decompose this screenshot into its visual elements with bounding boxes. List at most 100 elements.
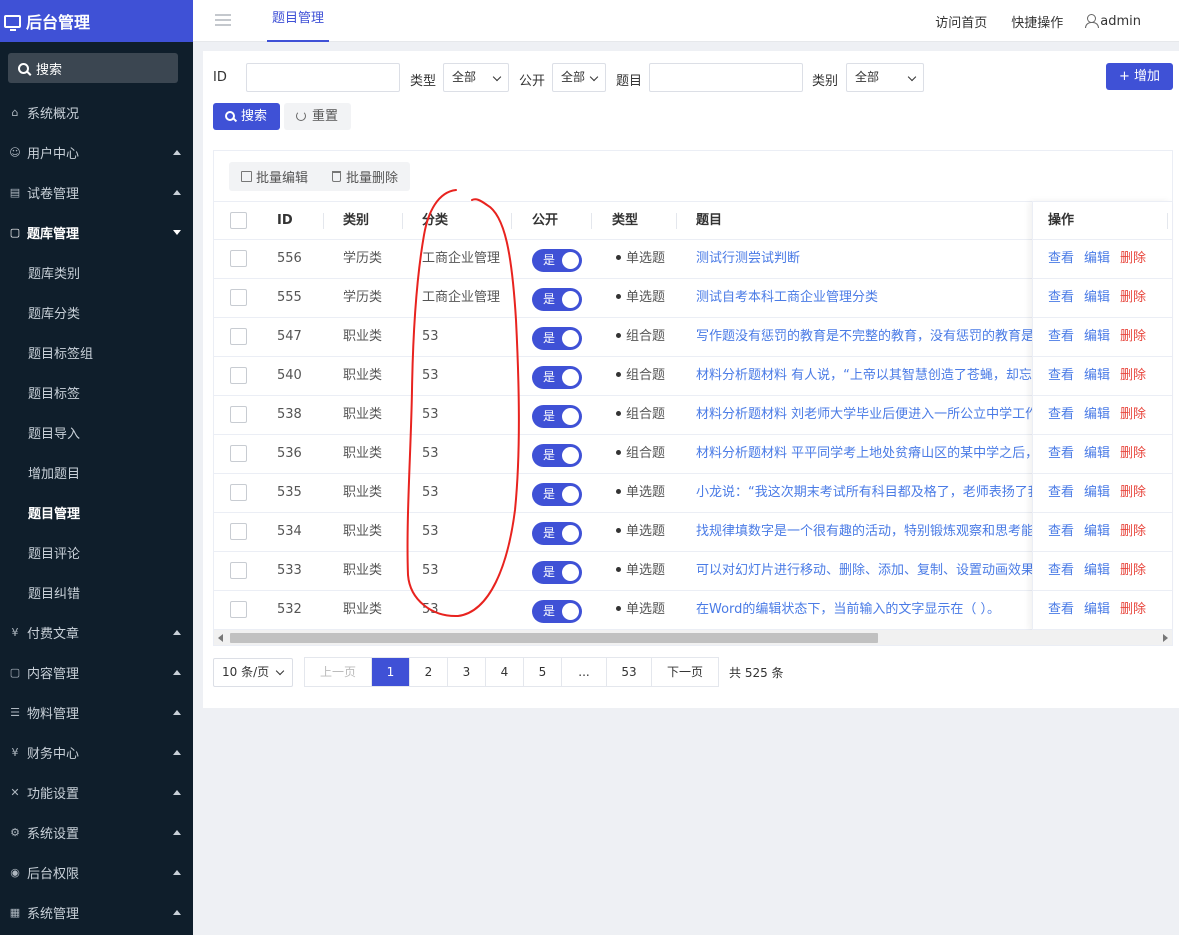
public-select[interactable]: 全部 xyxy=(552,63,606,92)
sidebar-item-after-3[interactable]: ¥ 财务中心 xyxy=(0,732,193,772)
next-page-button[interactable]: 下一页 xyxy=(652,658,718,686)
delete-link[interactable]: 删除 xyxy=(1120,524,1146,539)
view-link[interactable]: 查看 xyxy=(1048,563,1074,578)
public-toggle[interactable]: 是 xyxy=(532,288,582,311)
cell-question-link[interactable]: 测试行测尝试判断 xyxy=(696,240,1032,279)
edit-link[interactable]: 编辑 xyxy=(1084,563,1110,578)
page-button-5[interactable]: ... xyxy=(562,658,607,686)
row-checkbox[interactable] xyxy=(230,523,247,540)
view-link[interactable]: 查看 xyxy=(1048,602,1074,617)
delete-link[interactable]: 删除 xyxy=(1120,485,1146,500)
delete-link[interactable]: 删除 xyxy=(1120,290,1146,305)
edit-link[interactable]: 编辑 xyxy=(1084,602,1110,617)
page-button-6[interactable]: 53 xyxy=(607,658,652,686)
delete-link[interactable]: 删除 xyxy=(1120,329,1146,344)
edit-link[interactable]: 编辑 xyxy=(1084,329,1110,344)
question-input[interactable] xyxy=(649,63,803,92)
user-menu[interactable]: admin xyxy=(1085,13,1165,29)
view-link[interactable]: 查看 xyxy=(1048,290,1074,305)
row-checkbox[interactable] xyxy=(230,445,247,462)
sidebar-item-after-5[interactable]: ⚙ 系统设置 xyxy=(0,812,193,852)
select-all-checkbox[interactable] xyxy=(230,212,247,229)
cell-question-link[interactable]: 材料分析题材料 有人说，“上帝以其智慧创造了苍蝇，却忘 xyxy=(696,357,1032,396)
header-category[interactable]: 类别 xyxy=(343,202,403,240)
batch-edit-button[interactable]: 批量编辑 xyxy=(229,167,320,186)
view-link[interactable]: 查看 xyxy=(1048,329,1074,344)
sidebar-item-after-2[interactable]: ☰ 物料管理 xyxy=(0,692,193,732)
cell-question-link[interactable]: 写作题没有惩罚的教育是不完整的教育，没有惩罚的教育是 xyxy=(696,318,1032,357)
public-toggle[interactable]: 是 xyxy=(532,444,582,467)
scroll-right-icon[interactable] xyxy=(1163,634,1168,642)
page-button-3[interactable]: 4 xyxy=(486,658,524,686)
sidebar-subitem-0[interactable]: 题库类别 xyxy=(0,252,193,292)
row-checkbox[interactable] xyxy=(230,406,247,423)
scroll-left-icon[interactable] xyxy=(218,634,223,642)
page-size-select[interactable]: 10 条/页 xyxy=(213,657,293,687)
header-classify[interactable]: 分类 xyxy=(422,202,512,240)
view-link[interactable]: 查看 xyxy=(1048,446,1074,461)
sidebar-item-after-7[interactable]: ▦ 系统管理 xyxy=(0,892,193,932)
sidebar-subitem-7[interactable]: 题目评论 xyxy=(0,532,193,572)
category-select[interactable]: 全部 xyxy=(846,63,924,92)
sidebar-subitem-3[interactable]: 题目标签 xyxy=(0,372,193,412)
public-toggle[interactable]: 是 xyxy=(532,405,582,428)
cell-question-link[interactable]: 材料分析题材料 平平同学考上地处贫瘠山区的某中学之后， xyxy=(696,435,1032,474)
delete-link[interactable]: 删除 xyxy=(1120,368,1146,383)
header-id[interactable]: ID xyxy=(277,202,324,240)
view-link[interactable]: 查看 xyxy=(1048,407,1074,422)
edit-link[interactable]: 编辑 xyxy=(1084,251,1110,266)
sidebar-item-after-0[interactable]: ¥ 付费文章 xyxy=(0,612,193,652)
public-toggle[interactable]: 是 xyxy=(532,561,582,584)
cell-question-link[interactable]: 小龙说：“我这次期末考试所有科目都及格了，老师表扬了我 xyxy=(696,474,1032,513)
row-checkbox[interactable] xyxy=(230,328,247,345)
prev-page-button[interactable]: 上一页 xyxy=(305,658,372,686)
add-button[interactable]: + 增加 xyxy=(1106,63,1173,90)
public-toggle[interactable]: 是 xyxy=(532,327,582,350)
sidebar-item-after-6[interactable]: ◉ 后台权限 xyxy=(0,852,193,892)
row-checkbox[interactable] xyxy=(230,601,247,618)
quick-ops-link[interactable]: 快捷操作 xyxy=(1011,12,1063,31)
page-button-4[interactable]: 5 xyxy=(524,658,562,686)
row-checkbox[interactable] xyxy=(230,367,247,384)
public-toggle[interactable]: 是 xyxy=(532,600,582,623)
cell-question-link[interactable]: 材料分析题材料 刘老师大学毕业后便进入一所公立中学工作 xyxy=(696,396,1032,435)
id-input[interactable] xyxy=(246,63,400,92)
sidebar-item-0[interactable]: ⌂ 系统概况 xyxy=(0,92,193,132)
type-select[interactable]: 全部 xyxy=(443,63,509,92)
view-link[interactable]: 查看 xyxy=(1048,251,1074,266)
edit-link[interactable]: 编辑 xyxy=(1084,407,1110,422)
page-button-1[interactable]: 2 xyxy=(410,658,448,686)
cell-question-link[interactable]: 找规律填数字是一个很有趣的活动，特别锻炼观察和思考能力 xyxy=(696,513,1032,552)
sidebar-subitem-4[interactable]: 题目导入 xyxy=(0,412,193,452)
public-toggle[interactable]: 是 xyxy=(532,366,582,389)
sidebar-subitem-1[interactable]: 题库分类 xyxy=(0,292,193,332)
edit-link[interactable]: 编辑 xyxy=(1084,446,1110,461)
cell-question-link[interactable]: 可以对幻灯片进行移动、删除、添加、复制、设置动画效果 xyxy=(696,552,1032,591)
header-public[interactable]: 公开 xyxy=(532,202,592,240)
tab-question-manage[interactable]: 题目管理 xyxy=(267,0,330,42)
sidebar-item-after-1[interactable]: ▢ 内容管理 xyxy=(0,652,193,692)
row-checkbox[interactable] xyxy=(230,250,247,267)
sidebar-search[interactable]: 搜索 xyxy=(8,53,178,83)
header-question[interactable]: 题目 xyxy=(696,202,996,240)
sidebar-item-2[interactable]: ▤ 试卷管理 xyxy=(0,172,193,212)
row-checkbox[interactable] xyxy=(230,289,247,306)
sidebar-subitem-2[interactable]: 题目标签组 xyxy=(0,332,193,372)
reset-button[interactable]: 重置 xyxy=(284,103,351,130)
visit-home-link[interactable]: 访问首页 xyxy=(935,12,987,31)
delete-link[interactable]: 删除 xyxy=(1120,602,1146,617)
horizontal-scrollbar[interactable] xyxy=(214,630,1172,645)
sidebar-item-3[interactable]: ▢ 题库管理 xyxy=(0,212,193,252)
view-link[interactable]: 查看 xyxy=(1048,485,1074,500)
sidebar-subitem-8[interactable]: 题目纠错 xyxy=(0,572,193,612)
scrollbar-thumb[interactable] xyxy=(230,633,878,643)
search-button[interactable]: 搜索 xyxy=(213,103,280,130)
edit-link[interactable]: 编辑 xyxy=(1084,485,1110,500)
sidebar-item-1[interactable]: ☺ 用户中心 xyxy=(0,132,193,172)
delete-link[interactable]: 删除 xyxy=(1120,446,1146,461)
edit-link[interactable]: 编辑 xyxy=(1084,368,1110,383)
sidebar-subitem-6[interactable]: 题目管理 xyxy=(0,492,193,532)
delete-link[interactable]: 删除 xyxy=(1120,251,1146,266)
menu-toggle-icon[interactable] xyxy=(215,14,231,26)
public-toggle[interactable]: 是 xyxy=(532,249,582,272)
